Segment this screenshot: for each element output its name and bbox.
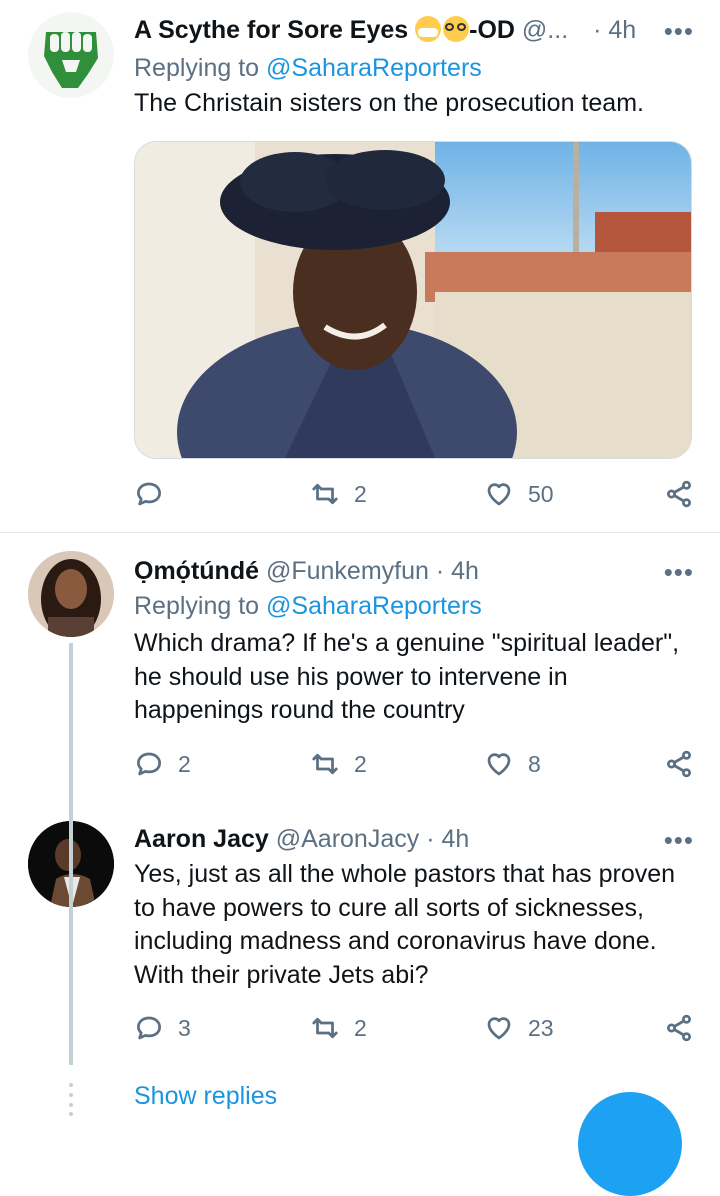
share-button[interactable] bbox=[664, 744, 694, 784]
handle[interactable]: @AaronJacy bbox=[276, 825, 420, 853]
timestamp[interactable]: 4h bbox=[608, 16, 636, 44]
handle[interactable]: @Funkemyfun bbox=[266, 557, 429, 585]
mention-link[interactable]: @SaharaReporters bbox=[266, 592, 482, 620]
share-icon bbox=[667, 750, 691, 778]
reply-button[interactable] bbox=[134, 474, 178, 514]
tweet-header: Ọmọ́túndé @Funkemyfun · 4h bbox=[134, 553, 660, 589]
more-options-button[interactable]: ••• bbox=[664, 557, 694, 587]
mention-link[interactable]: @SaharaReporters bbox=[266, 54, 482, 82]
share-button[interactable] bbox=[664, 1008, 694, 1048]
retweet-icon bbox=[312, 1017, 338, 1039]
nerd-face-emoji-icon bbox=[443, 16, 470, 42]
tweet-text: Yes, just as all the whole pastors that … bbox=[134, 860, 676, 989]
handle[interactable]: @... bbox=[522, 16, 568, 44]
more-options-button[interactable]: ••• bbox=[664, 16, 694, 46]
heart-icon bbox=[487, 753, 511, 776]
photo-image bbox=[135, 142, 691, 458]
woman-avatar-icon bbox=[28, 551, 114, 637]
replying-to: Replying to @SaharaReporters bbox=[134, 51, 482, 85]
reply-icon bbox=[137, 1016, 161, 1040]
tweet-2[interactable]: Ọmọ́túndé @Funkemyfun · 4h ••• Replying … bbox=[0, 533, 720, 803]
tweet-actions: 2 2 8 bbox=[134, 744, 694, 784]
tweet-actions: 2 50 bbox=[134, 474, 694, 514]
retweet-button[interactable]: 2 bbox=[310, 1008, 367, 1048]
replying-to: Replying to @SaharaReporters bbox=[134, 589, 482, 623]
raised-fist-avatar-icon bbox=[28, 12, 114, 98]
compose-tweet-button[interactable] bbox=[578, 1092, 682, 1196]
reply-button[interactable]: 2 bbox=[134, 744, 191, 784]
like-count: 50 bbox=[528, 480, 554, 507]
tweet-1[interactable]: A Scythe for Sore Eyes -OD @... · 4h •••… bbox=[0, 0, 720, 532]
more-options-button[interactable]: ••• bbox=[664, 825, 694, 855]
display-name[interactable]: Aaron Jacy bbox=[134, 825, 269, 853]
reply-button[interactable]: 3 bbox=[134, 1008, 191, 1048]
tweet-actions: 3 2 23 bbox=[134, 1008, 694, 1048]
avatar[interactable] bbox=[28, 551, 114, 637]
face-with-mask-emoji-icon bbox=[415, 16, 442, 42]
reply-count: 2 bbox=[178, 750, 191, 777]
retweet-button[interactable]: 2 bbox=[310, 474, 367, 514]
thread-connector bbox=[69, 643, 73, 803]
thread-connector bbox=[69, 819, 73, 1065]
retweet-icon bbox=[312, 753, 338, 775]
retweet-count: 2 bbox=[354, 1014, 367, 1041]
display-name-suffix: -OD bbox=[469, 16, 515, 44]
like-count: 8 bbox=[528, 750, 541, 777]
show-replies-link[interactable]: Show replies bbox=[134, 1078, 277, 1114]
tweet-text: Which drama? If he's a genuine "spiritua… bbox=[134, 629, 680, 724]
like-button[interactable]: 23 bbox=[484, 1008, 554, 1048]
separator: · bbox=[593, 16, 602, 44]
timestamp[interactable]: 4h bbox=[451, 557, 479, 585]
replying-to-label: Replying to bbox=[134, 54, 260, 82]
like-button[interactable]: 8 bbox=[484, 744, 541, 784]
heart-icon bbox=[487, 1017, 511, 1040]
retweet-icon bbox=[312, 483, 338, 505]
retweet-count: 2 bbox=[354, 750, 367, 777]
avatar[interactable] bbox=[28, 12, 114, 98]
like-button[interactable]: 50 bbox=[484, 474, 554, 514]
timestamp[interactable]: 4h bbox=[441, 825, 469, 853]
reply-icon bbox=[137, 482, 161, 506]
tweet-header: A Scythe for Sore Eyes -OD @... · 4h bbox=[134, 12, 660, 48]
tweet-text: The Christain sisters on the prosecution… bbox=[134, 89, 644, 117]
replying-to-label: Replying to bbox=[134, 592, 260, 620]
heart-icon bbox=[487, 483, 511, 506]
reply-icon bbox=[137, 752, 161, 776]
tweet-media-image[interactable] bbox=[134, 141, 692, 459]
display-name[interactable]: Ọmọ́túndé bbox=[134, 557, 259, 585]
share-icon bbox=[667, 1014, 691, 1042]
display-name[interactable]: A Scythe for Sore Eyes bbox=[134, 16, 408, 44]
retweet-button[interactable]: 2 bbox=[310, 744, 367, 784]
separator: · bbox=[426, 825, 435, 853]
tweet-header: Aaron Jacy @AaronJacy · 4h bbox=[134, 821, 660, 857]
like-count: 23 bbox=[528, 1014, 554, 1041]
separator: · bbox=[435, 557, 445, 585]
thread-dots bbox=[69, 1082, 73, 1116]
retweet-count: 2 bbox=[354, 480, 367, 507]
share-button[interactable] bbox=[664, 474, 694, 514]
share-icon bbox=[667, 480, 691, 508]
tweet-3[interactable]: Aaron Jacy @AaronJacy · 4h ••• Yes, just… bbox=[0, 803, 720, 1065]
reply-count: 3 bbox=[178, 1014, 191, 1041]
